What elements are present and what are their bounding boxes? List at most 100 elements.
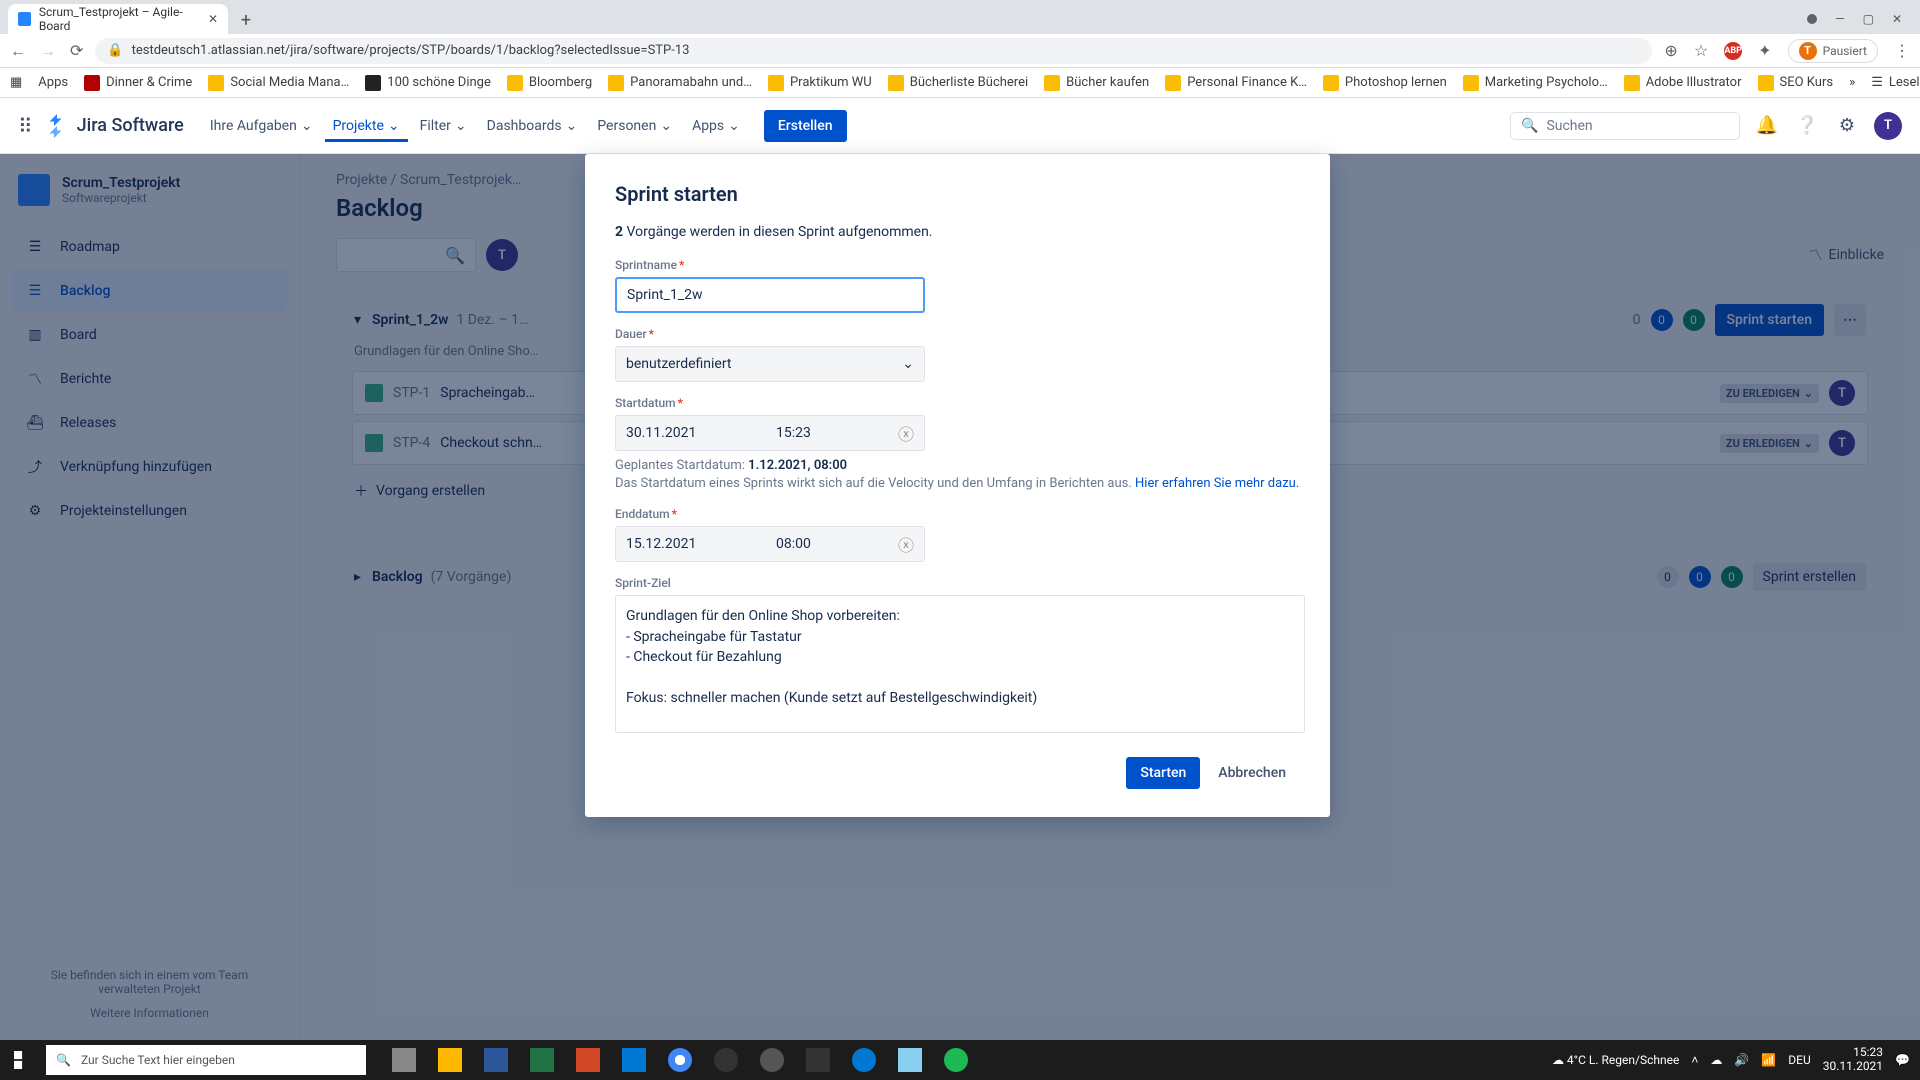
- tray-chevron-icon[interactable]: ˄: [1691, 1053, 1698, 1067]
- star-icon[interactable]: ☆: [1694, 41, 1708, 60]
- chevron-down-icon: ⌄: [728, 118, 740, 134]
- browser-tab[interactable]: Scrum_Testprojekt – Agile-Board ✕: [8, 4, 228, 34]
- chevron-down-icon: ⌄: [301, 118, 313, 134]
- new-tab-button[interactable]: +: [232, 6, 260, 34]
- jira-top-nav: ⠿ Jira Software Ihre Aufgaben⌄ Projekte⌄…: [0, 98, 1920, 154]
- window-controls: — ▢ ✕: [1807, 4, 1912, 34]
- bookmark-item[interactable]: Dinner & Crime: [84, 75, 192, 91]
- profile-paused-chip[interactable]: T Pausiert: [1788, 39, 1878, 63]
- profile-avatar[interactable]: T: [1874, 112, 1902, 140]
- app-switcher-icon[interactable]: ⠿: [18, 114, 33, 138]
- duration-select[interactable]: benutzerdefiniert ⌄: [615, 346, 925, 382]
- excel-icon[interactable]: [520, 1040, 564, 1080]
- volume-icon[interactable]: 🔊: [1734, 1053, 1749, 1067]
- kebab-menu-icon[interactable]: ⋮: [1894, 41, 1910, 60]
- bookmark-item[interactable]: Photoshop lernen: [1323, 75, 1447, 91]
- bookmark-item[interactable]: Adobe Illustrator: [1624, 75, 1742, 91]
- help-icon[interactable]: ❔: [1794, 113, 1820, 139]
- weather-widget[interactable]: ☁ 4°C L. Regen/Schnee: [1552, 1053, 1679, 1067]
- mail-icon[interactable]: [612, 1040, 656, 1080]
- zoom-icon[interactable]: ⊕: [1664, 41, 1677, 60]
- close-window-icon[interactable]: ✕: [1892, 12, 1902, 26]
- notepad-icon[interactable]: [888, 1040, 932, 1080]
- url-input[interactable]: 🔒 testdeutsch1.atlassian.net/jira/softwa…: [95, 38, 1652, 64]
- bookmark-item[interactable]: Praktikum WU: [768, 75, 872, 91]
- maximize-icon[interactable]: ▢: [1863, 12, 1874, 26]
- back-icon[interactable]: ←: [10, 41, 26, 61]
- favicon: [18, 12, 31, 26]
- abp-extension-icon[interactable]: ABP: [1724, 42, 1742, 60]
- clear-date-icon[interactable]: ⓧ: [898, 532, 924, 556]
- browser-tab-strip: Scrum_Testprojekt – Agile-Board ✕ + — ▢ …: [0, 0, 1920, 34]
- chevron-down-icon: ⌄: [388, 118, 400, 134]
- nav-people[interactable]: Personen⌄: [589, 110, 680, 142]
- cancel-button[interactable]: Abbrechen: [1204, 757, 1300, 789]
- bookmark-item[interactable]: Apps: [38, 75, 68, 90]
- start-sprint-modal: Sprint starten 2 Vorgänge werden in dies…: [585, 154, 1330, 817]
- word-icon[interactable]: [474, 1040, 518, 1080]
- start-button[interactable]: [0, 1051, 46, 1069]
- taskbar-search-input[interactable]: 🔍 Zur Suche Text hier eingeben: [46, 1045, 366, 1075]
- bookmark-bar: ▦ Apps Dinner & Crime Social Media Mana……: [0, 68, 1920, 98]
- global-search-input[interactable]: 🔍 Suchen: [1510, 112, 1740, 140]
- chrome-icon[interactable]: [658, 1040, 702, 1080]
- bookmark-item[interactable]: Marketing Psycholo…: [1463, 75, 1608, 91]
- apps-grid-icon[interactable]: ▦: [10, 75, 22, 90]
- bookmark-item[interactable]: Personal Finance K…: [1165, 75, 1307, 91]
- reading-list-button[interactable]: ☰ Leseliste: [1871, 75, 1920, 90]
- explorer-icon[interactable]: [428, 1040, 472, 1080]
- search-icon: 🔍: [56, 1053, 71, 1067]
- start-button[interactable]: Starten: [1126, 757, 1200, 789]
- action-center-icon[interactable]: 💬: [1895, 1053, 1910, 1067]
- paused-label: Pausiert: [1823, 44, 1867, 58]
- start-date-input[interactable]: [616, 416, 766, 450]
- clock[interactable]: 15:23 30.11.2021: [1823, 1046, 1883, 1074]
- spotify-icon[interactable]: [934, 1040, 978, 1080]
- forward-icon[interactable]: →: [40, 41, 56, 61]
- chevron-down-icon: ⌄: [660, 118, 672, 134]
- app-icon[interactable]: [750, 1040, 794, 1080]
- end-date-label: Enddatum*: [615, 507, 1300, 521]
- learn-more-link[interactable]: Hier erfahren Sie mehr dazu.: [1135, 476, 1299, 491]
- edge-icon[interactable]: [842, 1040, 886, 1080]
- settings-gear-icon[interactable]: ⚙: [1834, 113, 1860, 139]
- account-dot-icon[interactable]: [1807, 14, 1817, 24]
- sprint-name-input[interactable]: [615, 277, 925, 313]
- bookmark-item[interactable]: Bücher kaufen: [1044, 75, 1149, 91]
- notifications-icon[interactable]: 🔔: [1754, 113, 1780, 139]
- bookmark-item[interactable]: Social Media Mana…: [208, 75, 349, 91]
- nav-dashboards[interactable]: Dashboards⌄: [479, 110, 586, 142]
- powerpoint-icon[interactable]: [566, 1040, 610, 1080]
- reload-icon[interactable]: ⟳: [70, 41, 83, 61]
- chevron-down-icon: ⌄: [455, 118, 467, 134]
- bookmark-favicon: [1165, 75, 1181, 91]
- task-view-icon[interactable]: [382, 1040, 426, 1080]
- sprint-goal-textarea[interactable]: [615, 595, 1305, 733]
- obs-icon[interactable]: [704, 1040, 748, 1080]
- jira-logo[interactable]: Jira Software: [45, 114, 184, 138]
- nav-projects[interactable]: Projekte⌄: [325, 110, 408, 142]
- clear-date-icon[interactable]: ⓧ: [898, 421, 924, 445]
- bookmark-item[interactable]: Panoramabahn und…: [608, 75, 752, 91]
- nav-apps[interactable]: Apps⌄: [684, 110, 748, 142]
- bookmark-item[interactable]: 100 schöne Dinge: [365, 75, 491, 91]
- onedrive-icon[interactable]: ☁: [1710, 1053, 1722, 1067]
- end-time-input[interactable]: [766, 527, 876, 561]
- start-time-input[interactable]: [766, 416, 876, 450]
- minimize-icon[interactable]: —: [1835, 12, 1844, 26]
- end-date-input[interactable]: [616, 527, 766, 561]
- bookmark-favicon: [1758, 75, 1774, 91]
- bookmark-item[interactable]: Bloomberg: [507, 75, 592, 91]
- nav-your-work[interactable]: Ihre Aufgaben⌄: [202, 110, 321, 142]
- close-tab-icon[interactable]: ✕: [208, 12, 218, 26]
- bookmark-item[interactable]: SEO Kurs: [1758, 75, 1834, 91]
- product-name: Jira Software: [77, 115, 184, 136]
- extensions-icon[interactable]: ✦: [1758, 41, 1771, 60]
- app-icon[interactable]: [796, 1040, 840, 1080]
- bookmark-overflow-icon[interactable]: »: [1849, 75, 1855, 90]
- language-indicator[interactable]: DEU: [1788, 1053, 1810, 1067]
- create-button[interactable]: Erstellen: [764, 110, 847, 142]
- bookmark-item[interactable]: Bücherliste Bücherei: [888, 75, 1028, 91]
- wifi-icon[interactable]: 📶: [1761, 1053, 1776, 1067]
- nav-filters[interactable]: Filter⌄: [412, 110, 475, 142]
